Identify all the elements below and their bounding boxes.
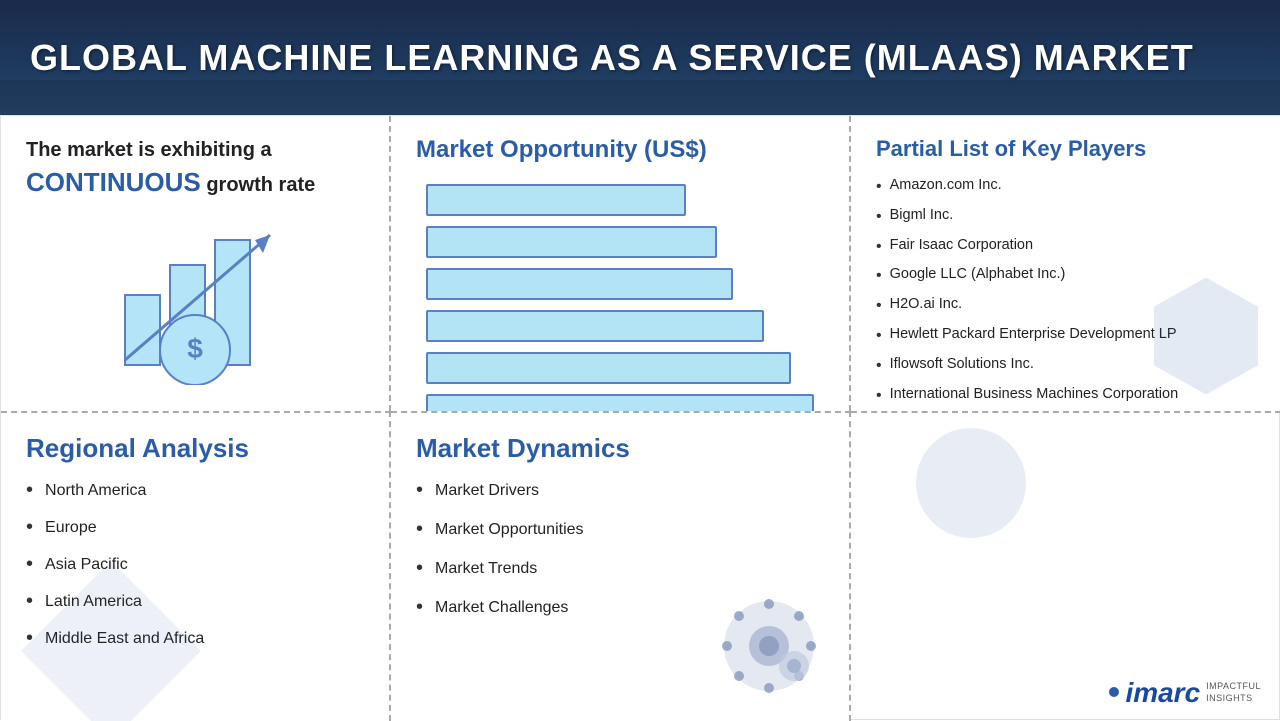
player-item: Bigml Inc.	[876, 204, 1256, 230]
dynamics-item: Market Drivers	[416, 479, 824, 502]
bg-circle-decoration	[911, 423, 1031, 543]
region-item: North America	[26, 479, 364, 502]
bar-5	[426, 352, 791, 384]
dynamics-item: Market Trends	[416, 557, 824, 580]
logo-tagline: IMPACTFULINSIGHTS	[1206, 681, 1261, 704]
bar-3	[426, 268, 733, 300]
player-item: Fair Isaac Corporation	[876, 234, 1256, 260]
bar-6	[426, 394, 814, 411]
svg-text:$: $	[187, 333, 203, 364]
players-title: Partial List of Key Players	[876, 136, 1256, 162]
growth-text-after: growth rate	[206, 174, 315, 196]
opportunity-title: Market Opportunity (US$)	[416, 136, 824, 164]
bar-4	[426, 310, 764, 342]
brand-logo: imarc IMPACTFULINSIGHTS	[1109, 677, 1261, 709]
growth-chart-icon: $	[26, 215, 364, 385]
regional-section: Regional Analysis North America Europe A…	[1, 411, 391, 721]
opportunity-section: Market Opportunity (US$)	[391, 116, 851, 411]
growth-section: The market is exhibiting a CONTINUOUS gr…	[1, 116, 391, 411]
region-item: Europe	[26, 516, 364, 539]
dynamics-item: Market Opportunities	[416, 518, 824, 541]
content-grid: The market is exhibiting a CONTINUOUS gr…	[0, 115, 1280, 720]
growth-text-before: The market is exhibiting a	[26, 139, 272, 161]
players-section: Partial List of Key Players Amazon.com I…	[851, 116, 1280, 411]
bar-2	[426, 226, 717, 258]
opportunity-bar-chart	[416, 179, 824, 411]
growth-text: The market is exhibiting a CONTINUOUS gr…	[26, 136, 364, 200]
growth-highlight: CONTINUOUS	[26, 167, 201, 197]
bg-diamond-decoration	[21, 561, 201, 721]
regional-title: Regional Analysis	[26, 433, 364, 464]
logo-section: imarc IMPACTFULINSIGHTS	[851, 411, 1280, 721]
bar-1	[426, 184, 686, 216]
player-item: Amazon.com Inc.	[876, 174, 1256, 200]
logo-brand-text: imarc	[1125, 677, 1200, 709]
page-header: GLOBAL MACHINE LEARNING AS A SERVICE (ML…	[0, 0, 1280, 115]
page-title: GLOBAL MACHINE LEARNING AS A SERVICE (ML…	[30, 37, 1194, 79]
dynamics-title: Market Dynamics	[416, 433, 824, 464]
logo-dot	[1109, 687, 1119, 697]
dynamics-section: Market Dynamics Market Drivers Market Op…	[391, 411, 851, 721]
bg-hexagon-decoration	[1141, 271, 1271, 401]
gear-icon	[719, 596, 819, 701]
